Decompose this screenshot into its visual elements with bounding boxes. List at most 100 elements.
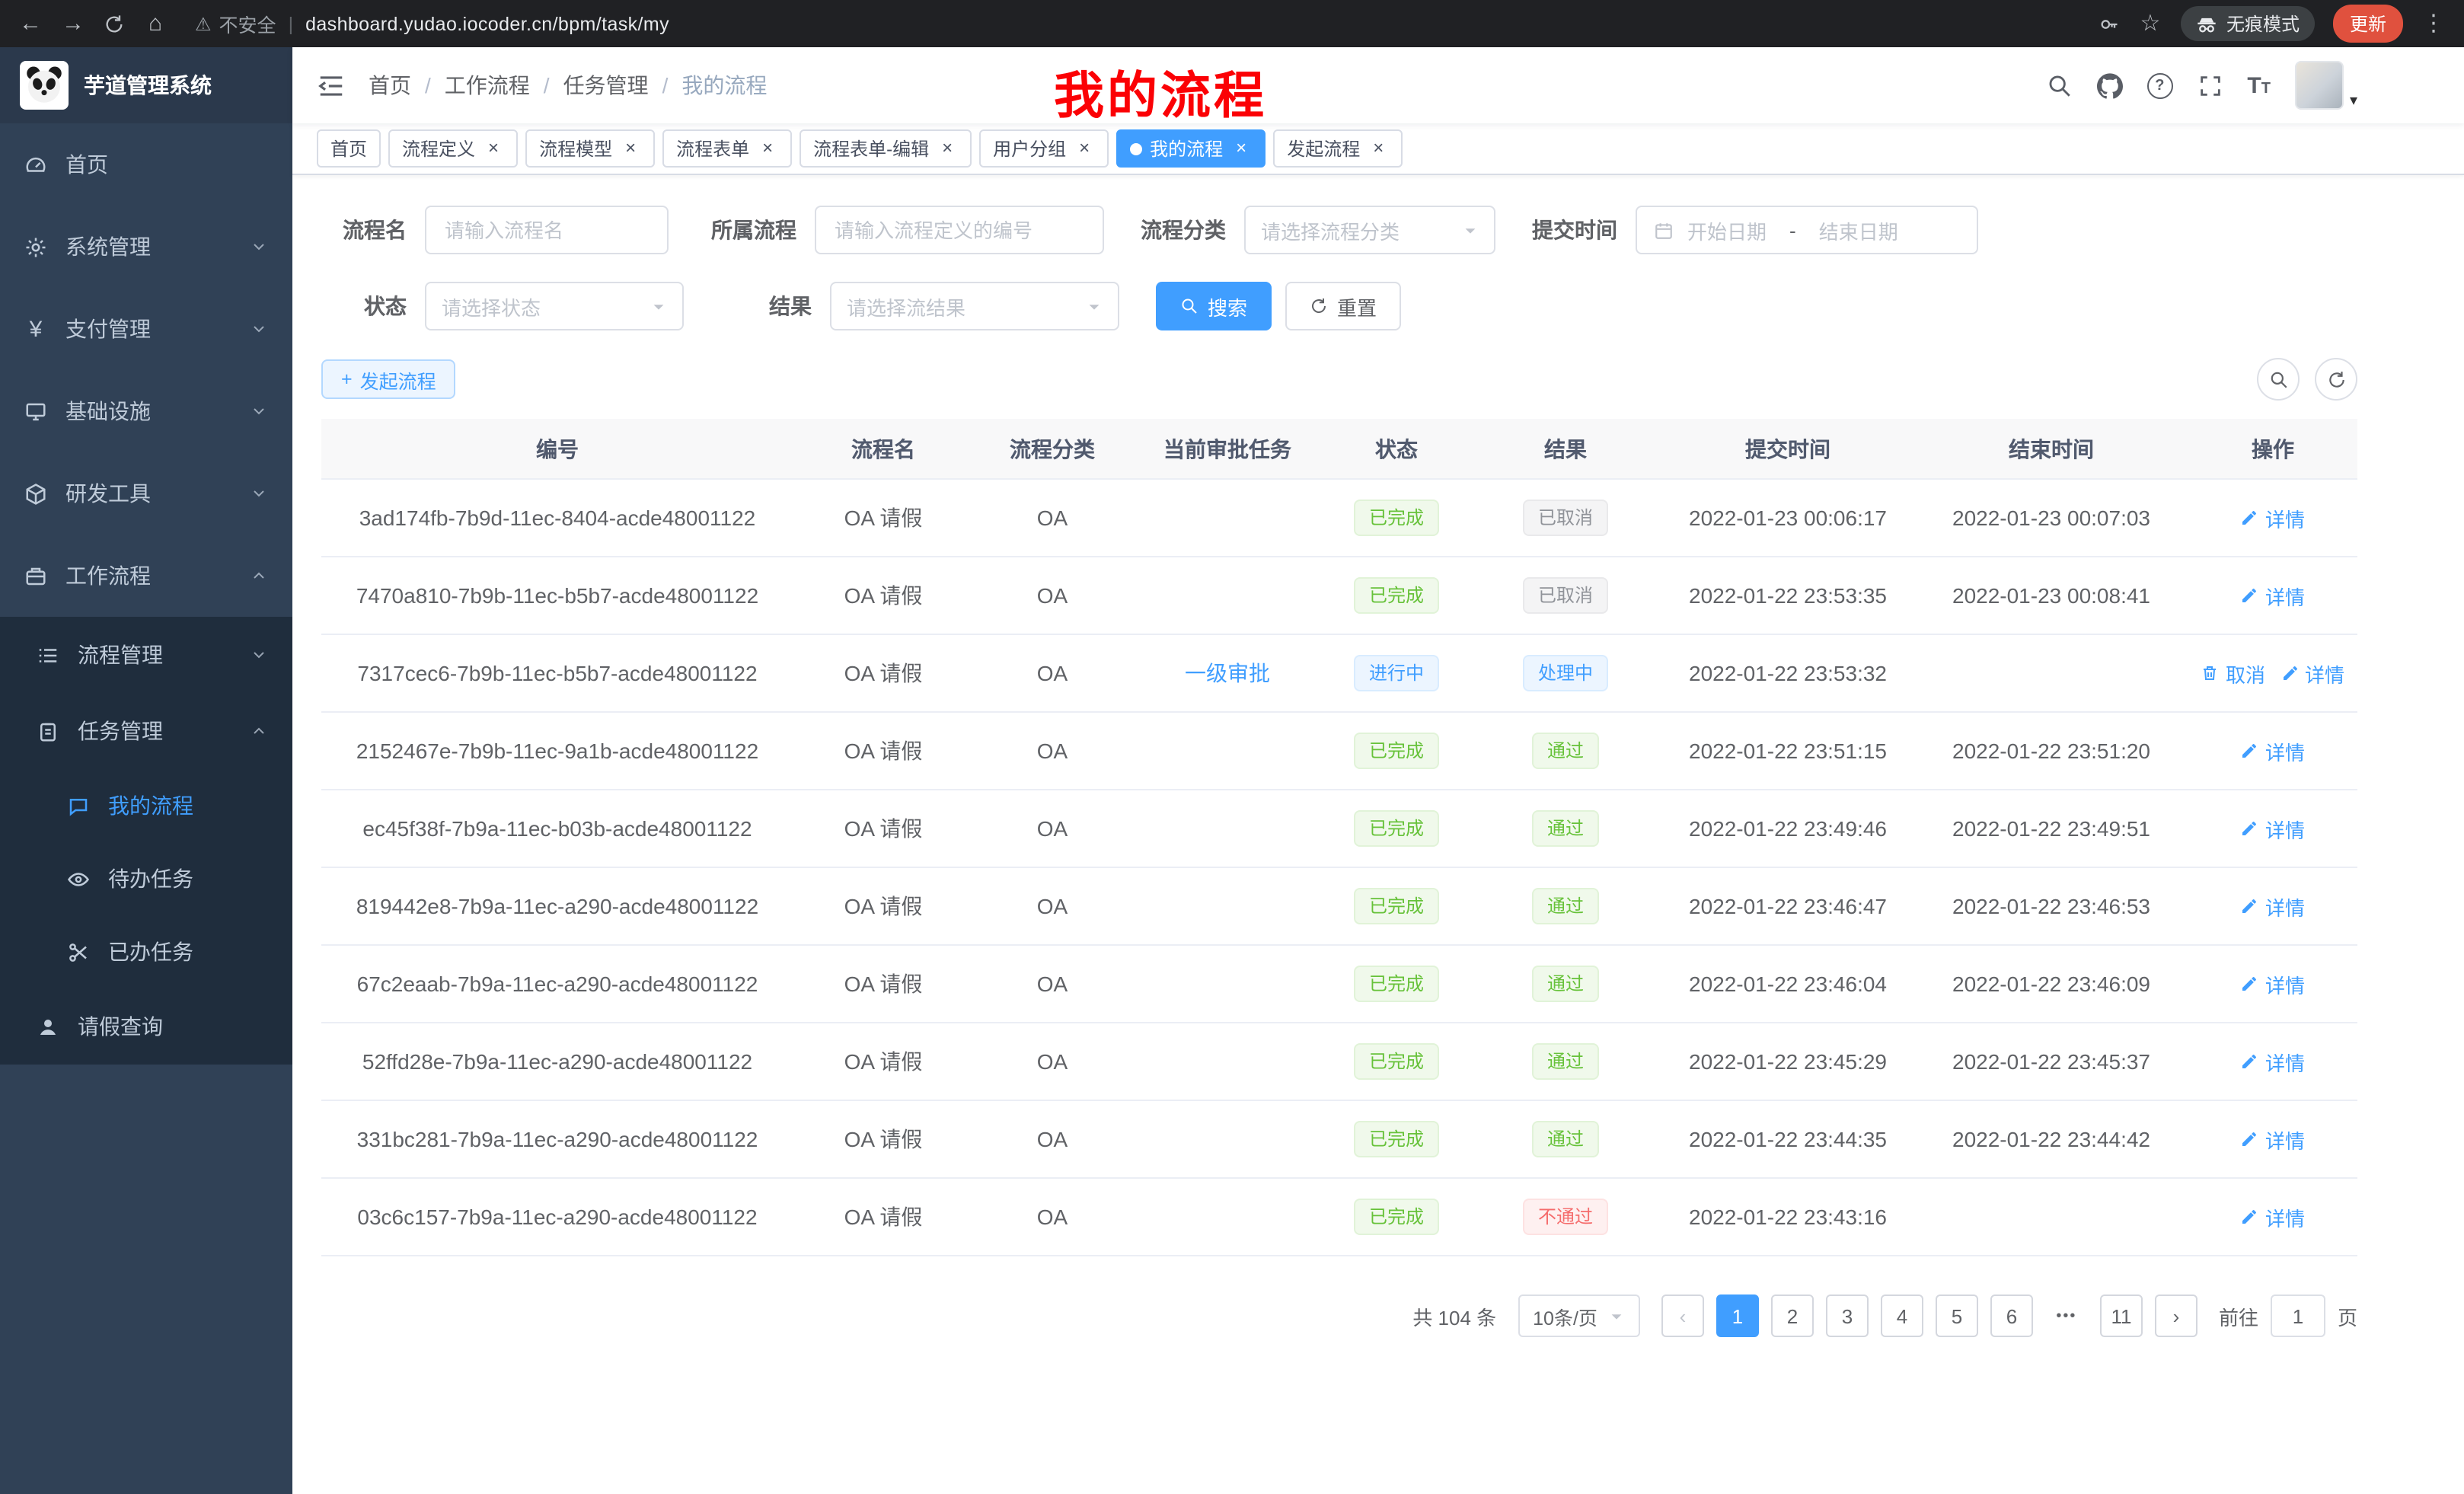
sidebar-item-todo-tasks[interactable]: 待办任务 <box>0 842 292 915</box>
help-icon[interactable]: ? <box>2146 72 2172 98</box>
detail-link[interactable]: 详情 <box>2280 659 2344 688</box>
sidebar-item-done-tasks[interactable]: 已办任务 <box>0 915 292 988</box>
dashboard-icon <box>24 153 47 176</box>
browser-reload-icon[interactable] <box>104 13 125 34</box>
page-number-button[interactable]: 11 <box>2100 1294 2143 1337</box>
detail-link[interactable]: 详情 <box>2241 814 2305 843</box>
view-tab[interactable]: 用户分组 <box>979 129 1109 168</box>
user-menu[interactable]: ▾ <box>2295 61 2357 110</box>
sidebar-item-leave-query[interactable]: 请假查询 <box>0 988 292 1065</box>
pencil-icon <box>2241 586 2259 605</box>
cell-end-time: 2022-01-22 23:46:09 <box>1914 945 2188 1023</box>
search-icon[interactable] <box>2046 72 2072 98</box>
show-search-button[interactable] <box>2257 358 2300 401</box>
filter-process-name: 流程名 <box>321 206 669 254</box>
refresh-table-button[interactable] <box>2315 358 2357 401</box>
sidebar-item-process-mgmt[interactable]: 流程管理 <box>0 617 292 693</box>
browser-home-icon[interactable]: ⌂ <box>143 12 168 35</box>
goto-page-input[interactable] <box>2271 1294 2325 1337</box>
process-definition-input[interactable] <box>815 206 1104 254</box>
detail-link[interactable]: 详情 <box>2241 1202 2305 1231</box>
close-icon[interactable] <box>620 138 641 159</box>
search-button[interactable]: 搜索 <box>1156 282 1272 330</box>
page-number-button[interactable]: 3 <box>1826 1294 1869 1337</box>
breadcrumb-item[interactable]: 工作流程 <box>445 70 530 101</box>
close-icon[interactable] <box>1074 138 1095 159</box>
view-tab[interactable]: 发起流程 <box>1273 129 1403 168</box>
view-tab[interactable]: 首页 <box>317 129 381 168</box>
detail-link[interactable]: 详情 <box>2241 1125 2305 1154</box>
detail-link[interactable]: 详情 <box>2241 736 2305 765</box>
prev-page-button[interactable]: ‹ <box>1661 1294 1704 1337</box>
detail-link[interactable]: 详情 <box>2241 503 2305 532</box>
start-process-button[interactable]: + 发起流程 <box>321 359 456 399</box>
close-icon[interactable] <box>757 138 778 159</box>
pencil-icon <box>2241 975 2259 993</box>
app-logo[interactable]: 芋道管理系统 <box>0 47 292 123</box>
browser-chrome: ← → ⌂ ⚠ 不安全 | dashboard.yudao.iocoder.cn… <box>0 0 2464 47</box>
table-row: 7317cec6-7b9b-11ec-b5b7-acde48001122 OA … <box>321 634 2357 712</box>
detail-link[interactable]: 详情 <box>2241 581 2305 610</box>
detail-link[interactable]: 详情 <box>2241 969 2305 998</box>
browser-menu-kebab-icon[interactable]: ⋮ <box>2421 12 2446 35</box>
breadcrumb-item[interactable]: 任务管理 <box>563 70 649 101</box>
page-size-select[interactable]: 10条/页 <box>1518 1294 1640 1337</box>
view-tab[interactable]: 流程表单 <box>662 129 792 168</box>
view-tab[interactable]: 我的流程 <box>1116 129 1266 168</box>
password-key-icon[interactable] <box>2099 13 2120 34</box>
font-size-icon[interactable]: TT <box>2247 74 2271 97</box>
cell-actions: 详情 <box>2188 479 2357 557</box>
sidebar-item-workflow[interactable]: 工作流程 <box>0 535 292 617</box>
security-warning[interactable]: ⚠ 不安全 <box>195 9 276 38</box>
update-button[interactable]: 更新 <box>2333 5 2403 43</box>
page-number-button[interactable]: 2 <box>1771 1294 1814 1337</box>
cell-end-time <box>1914 634 2188 712</box>
sidebar-item-system-mgmt[interactable]: 系统管理 <box>0 206 292 288</box>
view-tab[interactable]: 流程模型 <box>525 129 655 168</box>
date-range-picker[interactable]: 开始日期 - 结束日期 <box>1636 206 1978 254</box>
cell-category: OA <box>973 945 1131 1023</box>
sidebar-item-home[interactable]: 首页 <box>0 123 292 206</box>
view-tab[interactable]: 流程定义 <box>388 129 518 168</box>
sidebar-item-payment-mgmt[interactable]: ¥ 支付管理 <box>0 288 292 370</box>
bookmark-star-icon[interactable]: ☆ <box>2138 12 2162 35</box>
detail-link[interactable]: 详情 <box>2241 1047 2305 1076</box>
hamburger-icon[interactable] <box>317 71 346 100</box>
reset-button[interactable]: 重置 <box>1285 282 1401 330</box>
cancel-link[interactable]: 取消 <box>2201 659 2265 688</box>
result-select[interactable]: 请选择流结果 <box>830 282 1119 330</box>
caret-down-icon <box>1086 298 1103 314</box>
breadcrumb-item[interactable]: 首页 <box>369 70 411 101</box>
close-icon[interactable] <box>937 138 958 159</box>
close-icon[interactable] <box>1230 138 1252 159</box>
process-name-input[interactable] <box>425 206 669 254</box>
table-header-row: 编号流程名流程分类当前审批任务状态结果提交时间结束时间操作 <box>321 419 2357 479</box>
github-icon[interactable] <box>2096 72 2122 98</box>
page-number-button[interactable]: 5 <box>1936 1294 1978 1337</box>
sidebar-item-dev-tools[interactable]: 研发工具 <box>0 452 292 535</box>
close-icon[interactable] <box>1368 138 1389 159</box>
browser-forward-icon[interactable]: → <box>61 12 85 35</box>
cell-category: OA <box>973 867 1131 945</box>
avatar[interactable] <box>2295 61 2344 110</box>
view-tab[interactable]: 流程表单-编辑 <box>800 129 972 168</box>
page-number-button[interactable]: 4 <box>1881 1294 1923 1337</box>
sidebar-item-my-process[interactable]: 我的流程 <box>0 769 292 842</box>
next-page-button[interactable]: › <box>2155 1294 2197 1337</box>
category-select[interactable]: 请选择流程分类 <box>1244 206 1495 254</box>
fullscreen-icon[interactable] <box>2197 72 2223 98</box>
page-number-button[interactable]: 1 <box>1716 1294 1759 1337</box>
cell-current-task <box>1131 1023 1323 1100</box>
sidebar-item-task-mgmt[interactable]: 任务管理 <box>0 693 292 769</box>
current-task-link[interactable]: 一级审批 <box>1185 661 1270 685</box>
detail-link[interactable]: 详情 <box>2241 892 2305 921</box>
page-number-button[interactable]: 6 <box>1990 1294 2033 1337</box>
sidebar-item-infrastructure[interactable]: 基础设施 <box>0 370 292 452</box>
status-select[interactable]: 请选择状态 <box>425 282 684 330</box>
address-bar[interactable]: ⚠ 不安全 | dashboard.yudao.iocoder.cn/bpm/t… <box>195 9 2080 38</box>
close-icon[interactable] <box>483 138 504 159</box>
end-date-placeholder: 结束日期 <box>1819 215 1898 244</box>
cell-category: OA <box>973 712 1131 790</box>
browser-back-icon[interactable]: ← <box>18 12 43 35</box>
page-number-button[interactable]: ••• <box>2045 1294 2088 1337</box>
